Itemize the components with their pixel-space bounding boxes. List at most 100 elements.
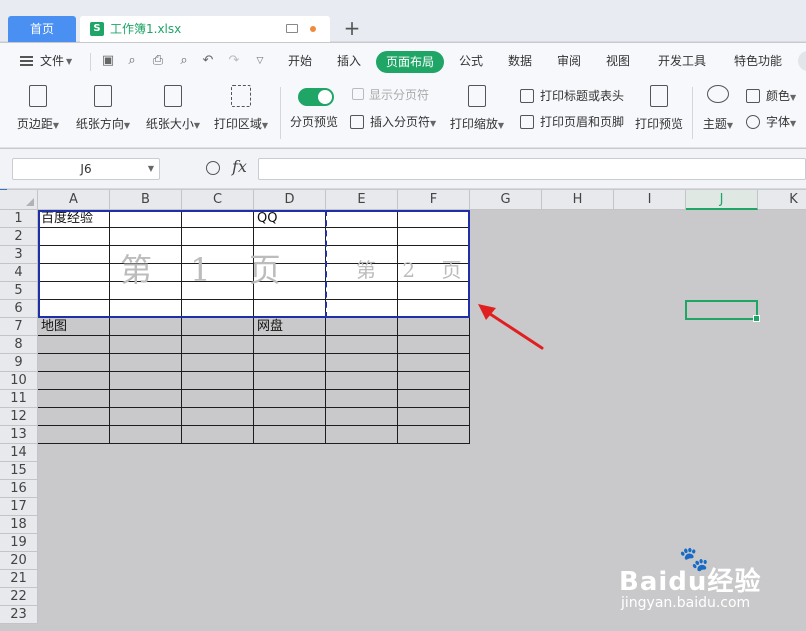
cell-D10[interactable] — [254, 372, 326, 390]
tab-formula[interactable]: 公式 — [459, 50, 483, 72]
tab-view[interactable]: 视图 — [606, 50, 630, 72]
print-preview-button[interactable]: 打印预览 — [632, 85, 686, 132]
tab-page-layout[interactable]: 页面布局 — [376, 51, 444, 73]
row-header-9[interactable]: 9 — [0, 354, 38, 372]
tab-home[interactable]: 首页 — [8, 16, 76, 42]
cell-C13[interactable] — [182, 426, 254, 444]
cell-C8[interactable] — [182, 336, 254, 354]
row-header-7[interactable]: 7 — [0, 318, 38, 336]
row-header-15[interactable]: 15 — [0, 462, 38, 480]
monitor-icon[interactable] — [286, 24, 298, 33]
print-scaling-button[interactable]: 打印缩放▼ — [446, 85, 508, 132]
tab-developer[interactable]: 开发工具 — [658, 50, 706, 72]
row-header-10[interactable]: 10 — [0, 372, 38, 390]
name-box[interactable]: J6 ▼ — [12, 158, 160, 180]
print-icon[interactable]: ⎙ — [150, 53, 166, 69]
formula-input[interactable] — [258, 158, 806, 180]
cell-C1[interactable] — [182, 210, 254, 228]
cell-B10[interactable] — [110, 372, 182, 390]
cell-E6[interactable] — [326, 300, 398, 318]
print-area-button[interactable]: 打印区域▼ — [210, 85, 272, 132]
cell-E9[interactable] — [326, 354, 398, 372]
print-preview-icon[interactable]: ⌕ — [176, 53, 192, 69]
row-header-16[interactable]: 16 — [0, 480, 38, 498]
row-header-4[interactable]: 4 — [0, 264, 38, 282]
column-header-H[interactable]: H — [542, 190, 614, 210]
cell-B2[interactable] — [110, 228, 182, 246]
undo-icon[interactable]: ↶ — [200, 53, 216, 69]
format-painter-icon[interactable]: ⌕ — [124, 53, 140, 69]
cell-B6[interactable] — [110, 300, 182, 318]
column-header-I[interactable]: I — [614, 190, 686, 210]
cell-A5[interactable] — [38, 282, 110, 300]
cell-F10[interactable] — [398, 372, 470, 390]
margins-button[interactable]: 页边距▼ — [12, 85, 64, 132]
row-header-23[interactable]: 23 — [0, 606, 38, 624]
cell-F7[interactable] — [398, 318, 470, 336]
cell-C10[interactable] — [182, 372, 254, 390]
page-break-preview-toggle[interactable] — [298, 88, 334, 106]
column-header-E[interactable]: E — [326, 190, 398, 210]
cell-C7[interactable] — [182, 318, 254, 336]
cell-F9[interactable] — [398, 354, 470, 372]
file-menu[interactable]: 文件 ▼ — [20, 50, 76, 72]
more-icon[interactable]: ▽ — [252, 53, 268, 69]
row-header-8[interactable]: 8 — [0, 336, 38, 354]
select-all-corner[interactable] — [0, 190, 38, 210]
font-button[interactable]: 字体▼ — [746, 113, 806, 131]
row-header-2[interactable]: 2 — [0, 228, 38, 246]
cell-E2[interactable] — [326, 228, 398, 246]
cell-C9[interactable] — [182, 354, 254, 372]
cell-A3[interactable] — [38, 246, 110, 264]
cell-E12[interactable] — [326, 408, 398, 426]
new-tab-button[interactable]: + — [340, 16, 364, 42]
cell-F6[interactable] — [398, 300, 470, 318]
cell-B7[interactable] — [110, 318, 182, 336]
column-header-K[interactable]: K — [758, 190, 806, 210]
row-header-22[interactable]: 22 — [0, 588, 38, 606]
tab-start[interactable]: 开始 — [288, 50, 312, 72]
column-header-F[interactable]: F — [398, 190, 470, 210]
cell-A9[interactable] — [38, 354, 110, 372]
cell-A4[interactable] — [38, 264, 110, 282]
cell-B9[interactable] — [110, 354, 182, 372]
show-page-breaks-checkbox[interactable]: 显示分页符 — [352, 86, 452, 104]
page-break-line[interactable] — [325, 210, 327, 318]
cell-D11[interactable] — [254, 390, 326, 408]
cell-B1[interactable] — [110, 210, 182, 228]
cell-D6[interactable] — [254, 300, 326, 318]
cell-A2[interactable] — [38, 228, 110, 246]
orientation-button[interactable]: 纸张方向▼ — [72, 85, 134, 132]
cell-B13[interactable] — [110, 426, 182, 444]
cell-F8[interactable] — [398, 336, 470, 354]
cell-E1[interactable] — [326, 210, 398, 228]
cell-E13[interactable] — [326, 426, 398, 444]
cell-C6[interactable] — [182, 300, 254, 318]
cell-F1[interactable] — [398, 210, 470, 228]
cell-D13[interactable] — [254, 426, 326, 444]
cell-A12[interactable] — [38, 408, 110, 426]
cell-A10[interactable] — [38, 372, 110, 390]
print-header-footer-button[interactable]: 打印页眉和页脚 — [520, 113, 630, 131]
cell-E11[interactable] — [326, 390, 398, 408]
search-icon[interactable] — [798, 51, 806, 71]
save-icon[interactable]: ▣ — [100, 53, 116, 69]
cell-A6[interactable] — [38, 300, 110, 318]
column-header-J[interactable]: J — [686, 190, 758, 210]
row-header-19[interactable]: 19 — [0, 534, 38, 552]
cell-F5[interactable] — [398, 282, 470, 300]
column-header-C[interactable]: C — [182, 190, 254, 210]
tab-insert[interactable]: 插入 — [337, 50, 361, 72]
column-header-B[interactable]: B — [110, 190, 182, 210]
cell-F12[interactable] — [398, 408, 470, 426]
row-header-1[interactable]: 1 — [0, 210, 38, 228]
tab-workbook[interactable]: S 工作簿1.xlsx — [80, 16, 330, 42]
column-header-D[interactable]: D — [254, 190, 326, 210]
cell-B8[interactable] — [110, 336, 182, 354]
row-header-17[interactable]: 17 — [0, 498, 38, 516]
row-header-5[interactable]: 5 — [0, 282, 38, 300]
cell-C11[interactable] — [182, 390, 254, 408]
row-header-20[interactable]: 20 — [0, 552, 38, 570]
cell-E8[interactable] — [326, 336, 398, 354]
cell-D7[interactable]: 网盘 — [254, 318, 326, 336]
